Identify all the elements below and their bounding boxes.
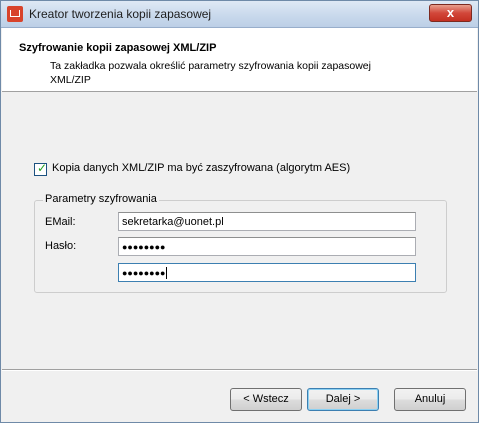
wizard-header: Szyfrowanie kopii zapasowej XML/ZIP Ta z… bbox=[2, 28, 477, 92]
group-legend: Parametry szyfrowania bbox=[43, 193, 159, 205]
title-bar[interactable]: Kreator tworzenia kopii zapasowej x bbox=[1, 1, 478, 28]
encrypt-checkbox-label[interactable]: Kopia danych XML/ZIP ma być zaszyfrowana… bbox=[52, 162, 350, 174]
page-description: Ta zakładka pozwala określić parametry s… bbox=[50, 60, 371, 86]
encrypt-checkbox[interactable]: ✓ bbox=[34, 161, 48, 176]
email-value: sekretarka@uonet.pl bbox=[122, 216, 224, 228]
password-mask: ●●●●●●●● bbox=[122, 242, 166, 252]
password-repeat-field[interactable]: ●●●●●●●● bbox=[118, 263, 416, 282]
password-label: Hasło: bbox=[45, 240, 77, 252]
checkmark-icon: ✓ bbox=[37, 161, 48, 175]
app-icon bbox=[7, 6, 23, 22]
next-button[interactable]: Dalej > bbox=[307, 388, 379, 411]
cancel-button[interactable]: Anuluj bbox=[394, 388, 466, 411]
footer-separator bbox=[2, 369, 477, 371]
password-repeat-mask: ●●●●●●●● bbox=[122, 268, 166, 278]
back-button[interactable]: < Wstecz bbox=[230, 388, 302, 411]
close-button[interactable]: x bbox=[429, 4, 472, 22]
wizard-window: Kreator tworzenia kopii zapasowej x Szyf… bbox=[0, 0, 479, 423]
window-title: Kreator tworzenia kopii zapasowej bbox=[29, 7, 212, 21]
page-title: Szyfrowanie kopii zapasowej XML/ZIP bbox=[19, 42, 217, 54]
text-caret bbox=[165, 267, 167, 279]
password-field[interactable]: ●●●●●●●● bbox=[118, 237, 416, 256]
email-label: EMail: bbox=[45, 216, 76, 228]
email-field[interactable]: sekretarka@uonet.pl bbox=[118, 212, 416, 231]
